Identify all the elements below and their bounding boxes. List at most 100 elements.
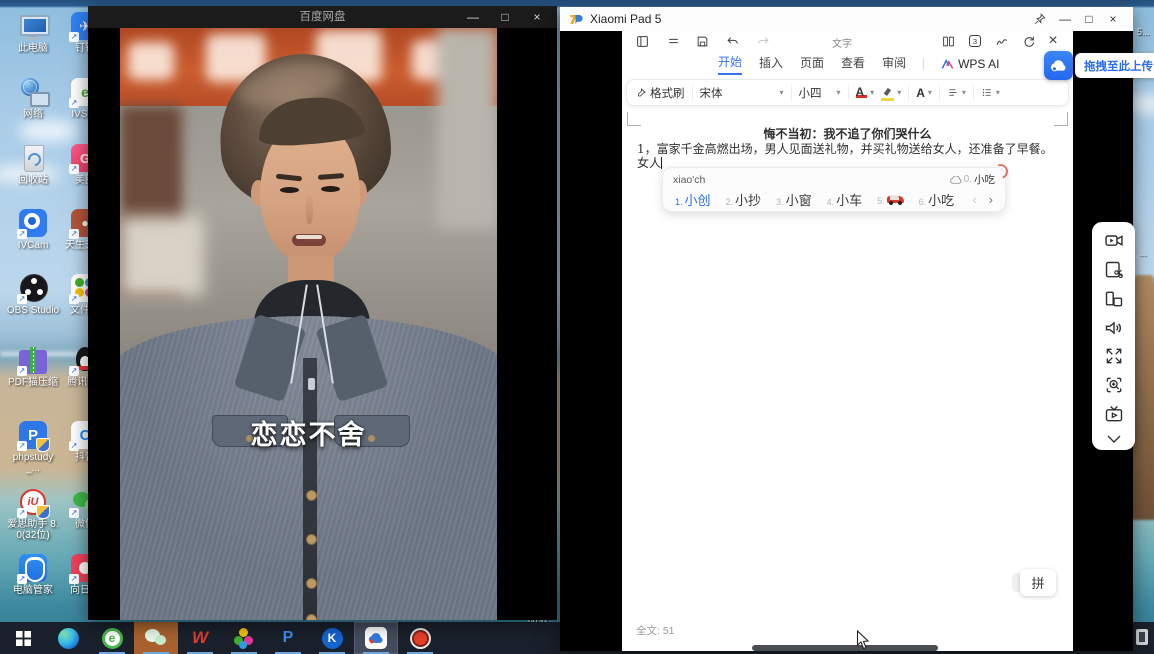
fullscreen-icon[interactable] — [1104, 346, 1124, 366]
file-panel-icon[interactable] — [634, 34, 650, 48]
close-document-icon[interactable]: × — [1045, 34, 1061, 48]
ime-candidate[interactable]: 1.小创 — [675, 190, 711, 209]
volume-icon[interactable] — [1104, 318, 1124, 338]
ime-candidate[interactable]: 3.小窗 — [776, 190, 812, 209]
minimize-button[interactable]: — — [1053, 7, 1077, 31]
font-family-select[interactable]: 宋体▾ — [700, 85, 784, 101]
redo-icon[interactable] — [755, 34, 771, 48]
cast-to-tv-icon[interactable] — [1104, 404, 1124, 424]
taskbar-item-k-app[interactable]: K — [310, 622, 354, 654]
desktop-icon-pdf-compressor[interactable]: ↗ PDF猫压缩 — [6, 344, 60, 388]
chevron-down-icon: ▾ — [897, 88, 901, 97]
close-button[interactable]: × — [521, 6, 553, 28]
ime-candidate[interactable]: 2.小抄 — [726, 190, 762, 209]
taskbar-item-wechat[interactable] — [134, 622, 178, 654]
obs-icon: ↗ — [17, 272, 49, 304]
video-player-area[interactable]: 恋恋不舍 — [88, 28, 557, 620]
maximize-button[interactable]: □ — [489, 6, 521, 28]
collapse-chevron-icon[interactable] — [1105, 433, 1123, 445]
zoom-magnifier-icon[interactable] — [1104, 375, 1124, 395]
taskbar-item-pp-cast[interactable]: P — [266, 622, 310, 654]
chevron-down-icon: ▾ — [928, 88, 932, 97]
page-number-icon[interactable]: 3 — [967, 34, 983, 48]
shortcut-arrow-icon: ↗ — [69, 164, 79, 174]
desktop-icon-network[interactable]: 网络 — [6, 76, 60, 120]
font-color-button[interactable]: A ▾ — [856, 87, 875, 98]
record-screen-icon[interactable] — [1104, 231, 1124, 251]
taskbar-item-wps[interactable]: W — [178, 622, 222, 654]
shortcut-arrow-icon: ↗ — [17, 508, 27, 518]
desktop-icon-label: 回收站 — [6, 175, 60, 186]
minimize-button[interactable]: — — [457, 6, 489, 28]
ink-pen-icon[interactable] — [994, 34, 1010, 48]
this-pc-icon — [17, 10, 49, 42]
pad-window-titlebar[interactable]: Xiaomi Pad 5 — □ × — [560, 7, 1133, 31]
desktop-icon-label: OBS Studio — [6, 305, 60, 316]
desktop-label-fragment: 5... — [1137, 27, 1150, 37]
desktop-icon-recycle-bin[interactable]: 回收站 — [6, 142, 60, 186]
pinyin-toggle-button[interactable]: 拼 — [1020, 569, 1056, 596]
tab-home[interactable]: 开始 — [718, 53, 742, 75]
ime-prev-page[interactable]: ‹ — [972, 192, 976, 207]
ime-cloud-candidate[interactable]: 0. 小吃 — [950, 172, 995, 187]
document-title-line[interactable]: 悔不当初：我不追了你们哭什么 — [622, 127, 1073, 142]
wps-ai-button[interactable]: WPS AI — [941, 57, 999, 71]
undo-icon[interactable] — [725, 34, 741, 48]
highlighter-icon — [881, 87, 894, 98]
ime-candidate[interactable]: 6.小吃 — [919, 190, 955, 209]
taskbar-item-baidu-netdisk[interactable] — [354, 622, 398, 654]
reading-view-icon[interactable] — [940, 34, 956, 48]
tab-insert[interactable]: 插入 — [759, 54, 783, 74]
netdisk-upload-widget[interactable]: 拖拽至此上传 — [1044, 51, 1154, 80]
ime-candidate[interactable]: 5. — [877, 192, 904, 207]
jacket-button — [306, 578, 317, 589]
rotate-device-icon[interactable] — [1104, 289, 1124, 309]
desktop-icon-obs[interactable]: ↗ OBS Studio — [6, 272, 60, 316]
tab-view[interactable]: 查看 — [841, 54, 865, 74]
pin-icon[interactable] — [1033, 12, 1047, 26]
tab-page[interactable]: 页面 — [800, 54, 824, 74]
document-page[interactable]: 悔不当初：我不追了你们哭什么 1，富家千金高燃出场，男人见面送礼物，并买礼物送给… — [622, 105, 1073, 171]
desktop-icon-label: 此电脑 — [6, 43, 60, 54]
taskbar-item-360-browser[interactable]: e — [90, 622, 134, 654]
shortcut-arrow-icon: ↗ — [69, 508, 79, 518]
shortcut-arrow-icon: ↗ — [69, 229, 79, 239]
mouse-cursor — [856, 630, 870, 650]
taskbar-item-pinwheel[interactable] — [222, 622, 266, 654]
tab-review[interactable]: 审阅 — [882, 54, 906, 74]
document-line[interactable]: 1，富家千金高燃出场，男人见面送礼物，并买礼物送给女人，还准备了早餐。 — [637, 142, 1058, 157]
ime-candidate[interactable]: 4.小车 — [827, 190, 863, 209]
chevron-down-icon: ▾ — [962, 88, 966, 97]
desktop-icon-pc-manager[interactable]: ↗ 电脑管家 — [6, 552, 60, 596]
android-gesture-bar[interactable] — [752, 645, 938, 651]
format-painter-button[interactable]: 格式刷 — [635, 85, 685, 101]
360-browser-icon: e — [102, 628, 123, 649]
list-button[interactable]: ▾ — [981, 87, 1000, 98]
video-window-titlebar[interactable]: 百度网盘 — □ × — [88, 6, 557, 28]
start-button[interactable] — [0, 622, 46, 654]
desktop-icon-ivcam[interactable]: ↗ IVCam — [6, 207, 60, 251]
menu-icon[interactable] — [665, 34, 681, 48]
tray-icon-fragment[interactable] — [1136, 629, 1148, 645]
taskbar-item-screen-recorder[interactable] — [398, 622, 442, 654]
desktop-icon-label: 电脑管家 — [6, 585, 60, 596]
text-effect-button[interactable]: A ▾ — [916, 86, 932, 100]
video-frame[interactable]: 恋恋不舍 — [120, 28, 497, 620]
alignment-button[interactable]: ▾ — [947, 87, 966, 98]
highlight-color-button[interactable]: ▾ — [881, 87, 901, 98]
close-button[interactable]: × — [1101, 7, 1125, 31]
page-margin-mark — [627, 112, 641, 126]
desktop-icon-this-pc[interactable]: 此电脑 — [6, 10, 60, 54]
ime-next-page[interactable]: › — [989, 192, 993, 207]
maximize-button[interactable]: □ — [1077, 7, 1101, 31]
taskbar-item-edge[interactable] — [46, 622, 90, 654]
screenshot-icon[interactable] — [1104, 260, 1124, 280]
save-icon[interactable] — [694, 34, 710, 48]
desktop-icon-aisi[interactable]: iU ↗ 爱思助手 8.0(32位) — [6, 486, 60, 541]
desktop-icon-phpstudy[interactable]: P ↗ phpstudy_... — [6, 419, 60, 474]
share-icon[interactable] — [1020, 34, 1036, 48]
format-painter-icon — [635, 87, 647, 99]
shortcut-arrow-icon: ↗ — [17, 366, 27, 376]
bullet-list-icon — [981, 87, 993, 98]
font-size-select[interactable]: 小四▾ — [799, 85, 841, 101]
